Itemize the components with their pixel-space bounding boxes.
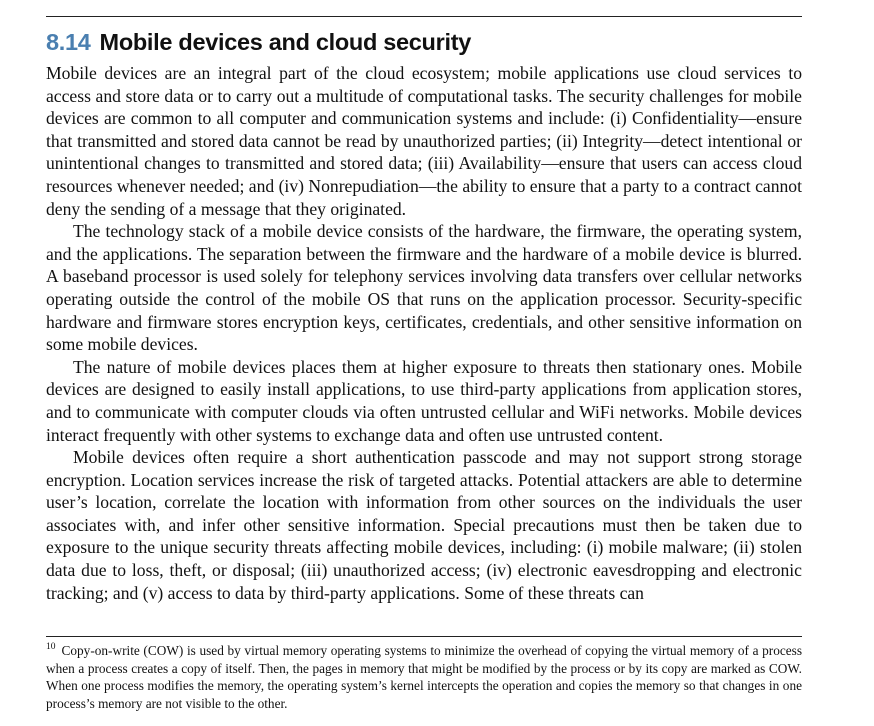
top-rule	[46, 16, 802, 17]
footnote-marker: 10	[46, 642, 56, 652]
paragraph-1: Mobile devices are an integral part of t…	[46, 63, 802, 219]
paragraph-3: The nature of mobile devices places them…	[46, 356, 802, 445]
paragraph-4: Mobile devices often require a short aut…	[46, 447, 802, 603]
section-heading: 8.14 Mobile devices and cloud security	[46, 28, 471, 56]
paragraph-2: The technology stack of a mobile device …	[46, 221, 802, 355]
footnote: 10 Copy-on-write (COW) is used by virtual…	[46, 642, 802, 712]
footnote-rule	[46, 636, 802, 637]
footnote-text: Copy-on-write (COW) is used by virtual m…	[46, 643, 802, 711]
section-title: Mobile devices and cloud security	[99, 29, 472, 55]
body-text: Mobile devices are an integral part of t…	[46, 62, 802, 604]
section-number: 8.14	[46, 29, 91, 55]
